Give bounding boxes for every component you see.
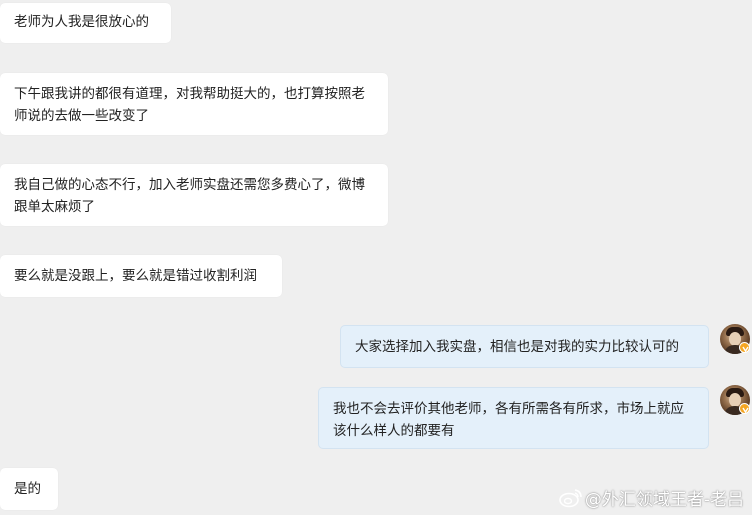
watermark-text: @外汇领域王者-老吕 (584, 490, 744, 510)
message-text: 我自己做的心态不行，加入老师实盘还需您多费心了，微博跟单太麻烦了 (14, 177, 365, 215)
message-bubble-incoming[interactable]: 要么就是没跟上，要么就是错过收割利润 (0, 255, 282, 297)
verified-badge-icon (739, 342, 750, 353)
message-bubble-incoming[interactable]: 老师为人我是很放心的 (0, 3, 171, 43)
message-bubble-incoming[interactable]: 我自己做的心态不行，加入老师实盘还需您多费心了，微博跟单太麻烦了 (0, 164, 388, 226)
message-text: 要么就是没跟上，要么就是错过收割利润 (14, 268, 257, 284)
weibo-icon (559, 488, 582, 507)
message-bubble-incoming[interactable]: 下午跟我讲的都很有道理，对我帮助挺大的，也打算按照老师说的去做一些改变了 (0, 73, 388, 135)
message-text: 是的 (14, 481, 41, 497)
watermark: @外汇领域王者-老吕 (559, 485, 744, 510)
message-text: 老师为人我是很放心的 (14, 14, 149, 30)
message-text: 大家选择加入我实盘，相信也是对我的实力比较认可的 (355, 339, 679, 355)
message-bubble-outgoing[interactable]: 大家选择加入我实盘，相信也是对我的实力比较认可的 (340, 325, 709, 368)
message-text: 我也不会去评价其他老师，各有所需各有所求，市场上就应该什么样人的都要有 (333, 401, 684, 439)
message-bubble-outgoing[interactable]: 我也不会去评价其他老师，各有所需各有所求，市场上就应该什么样人的都要有 (318, 387, 709, 449)
message-bubble-incoming[interactable]: 是的 (0, 468, 58, 510)
verified-badge-icon (739, 403, 750, 414)
message-text: 下午跟我讲的都很有道理，对我帮助挺大的，也打算按照老师说的去做一些改变了 (14, 86, 365, 124)
